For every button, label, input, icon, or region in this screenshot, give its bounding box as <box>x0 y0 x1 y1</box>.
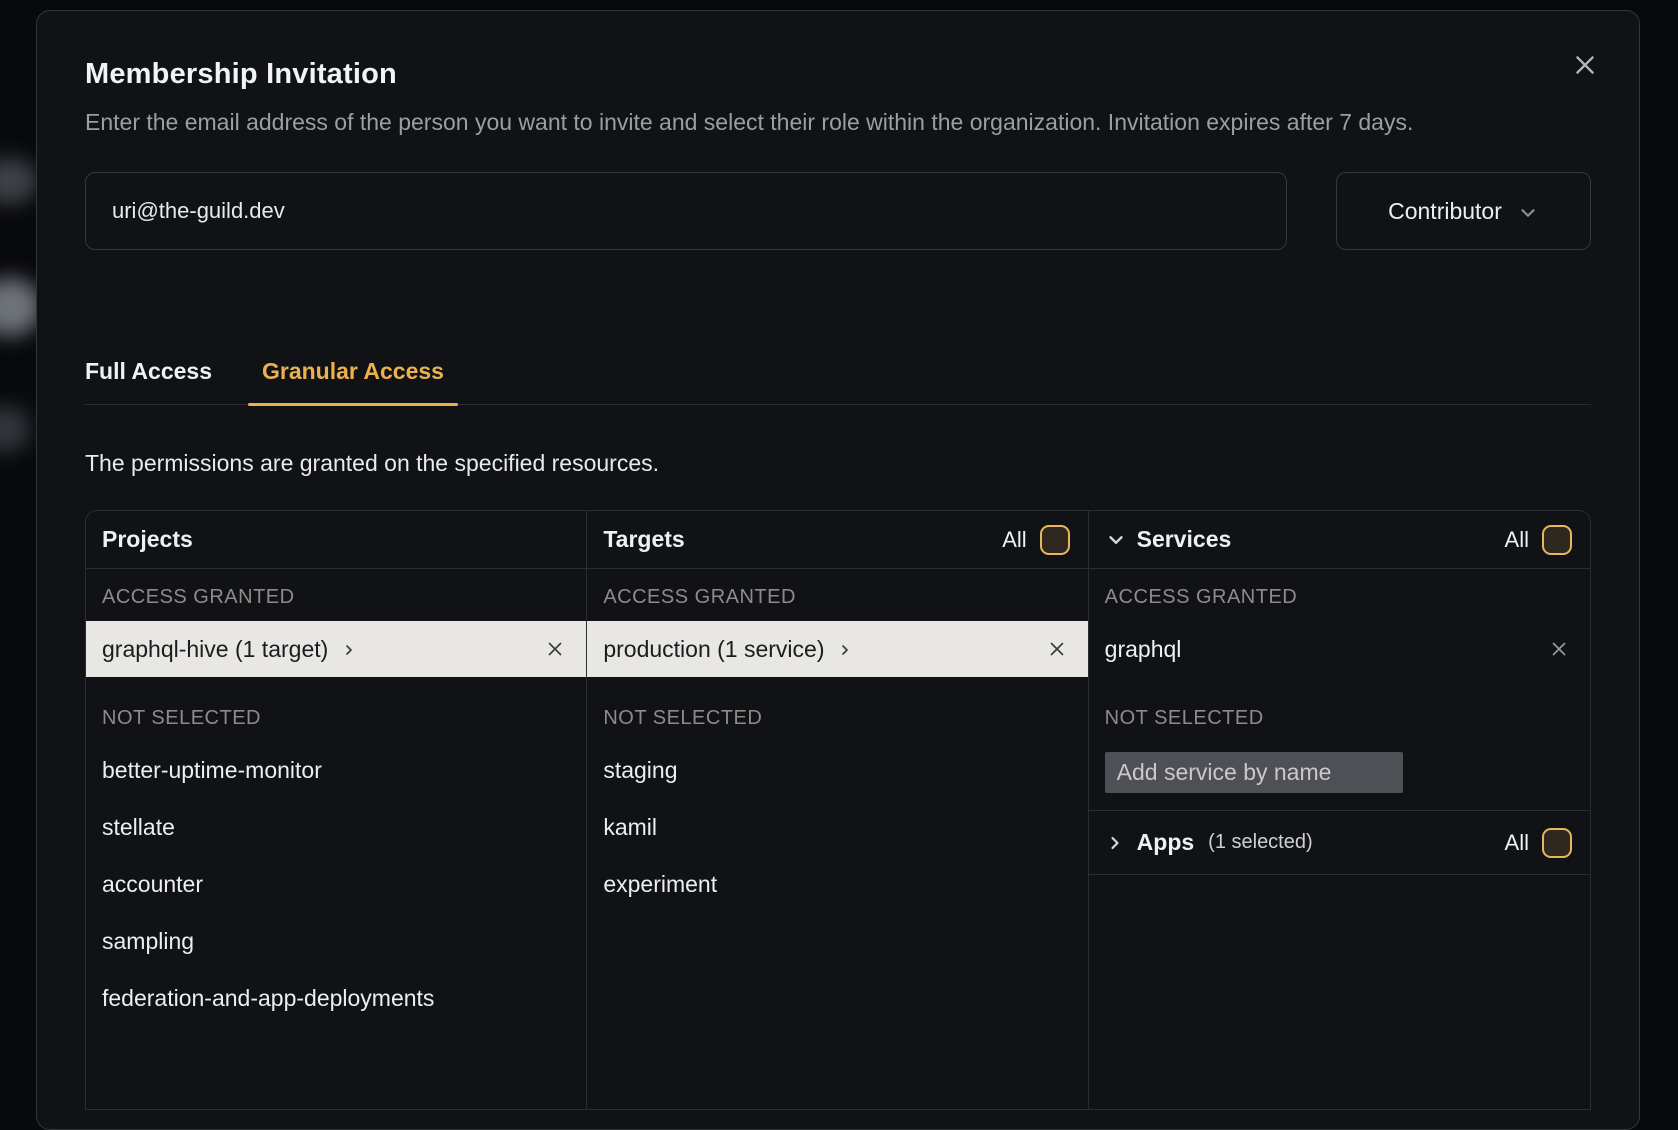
service-granted-name: graphql <box>1105 636 1182 663</box>
service-granted-row: graphql <box>1089 621 1590 677</box>
chevron-right-icon <box>837 642 853 658</box>
projects-column-title: Projects <box>102 526 193 553</box>
role-select-value: Contributor <box>1388 198 1502 225</box>
project-option[interactable]: federation-and-app-deployments <box>86 970 586 1027</box>
remove-service-button[interactable] <box>1548 638 1570 660</box>
resources-grid: Projects ACCESS GRANTED graphql-hive (1 … <box>85 510 1591 1110</box>
target-option[interactable]: kamil <box>587 799 1087 856</box>
services-not-selected-label: NOT SELECTED <box>1089 677 1590 742</box>
targets-granted-label: ACCESS GRANTED <box>587 569 1087 621</box>
services-column-title: Services <box>1137 526 1232 553</box>
tab-granular-access[interactable]: Granular Access <box>248 358 458 404</box>
targets-all-checkbox[interactable] <box>1040 525 1070 555</box>
services-all-checkbox[interactable] <box>1542 525 1572 555</box>
services-column-header[interactable]: Services All <box>1089 511 1590 569</box>
apps-section-row[interactable]: Apps (1 selected) All <box>1089 810 1590 875</box>
apps-title: Apps <box>1137 829 1195 856</box>
project-option[interactable]: stellate <box>86 799 586 856</box>
close-button[interactable] <box>1569 49 1601 81</box>
membership-invitation-modal: Membership Invitation Enter the email ad… <box>36 10 1640 1130</box>
targets-all-group: All <box>1002 525 1069 555</box>
chevron-down-icon <box>1517 199 1539 224</box>
targets-not-selected-label: NOT SELECTED <box>587 677 1087 742</box>
permissions-note: The permissions are granted on the speci… <box>85 450 1591 477</box>
email-input[interactable] <box>85 172 1287 250</box>
projects-not-selected-label: NOT SELECTED <box>86 677 586 742</box>
apps-all-group: All <box>1505 828 1572 858</box>
services-granted-label: ACCESS GRANTED <box>1089 569 1590 621</box>
project-option[interactable]: better-uptime-monitor <box>86 742 586 799</box>
background-blur-blob <box>0 406 30 452</box>
targets-all-label: All <box>1002 527 1026 553</box>
access-tabs: Full Access Granular Access <box>85 358 1591 405</box>
close-icon <box>1572 52 1598 78</box>
close-icon <box>544 638 566 660</box>
project-option[interactable]: accounter <box>86 856 586 913</box>
remove-target-button[interactable] <box>1046 638 1068 660</box>
targets-column-title: Targets <box>603 526 684 553</box>
chevron-right-icon <box>1105 833 1125 853</box>
chevron-down-icon <box>1105 529 1127 551</box>
close-icon <box>1548 638 1570 660</box>
projects-column: Projects ACCESS GRANTED graphql-hive (1 … <box>86 511 587 1109</box>
tab-full-access[interactable]: Full Access <box>85 358 212 404</box>
project-granted-name: graphql-hive (1 target) <box>102 636 328 663</box>
target-granted-row[interactable]: production (1 service) <box>587 621 1087 677</box>
target-option[interactable]: experiment <box>587 856 1087 913</box>
target-granted-name: production (1 service) <box>603 636 824 663</box>
services-column: Services All ACCESS GRANTED graphql NOT … <box>1089 511 1590 1109</box>
apps-all-label: All <box>1505 830 1529 856</box>
project-granted-row[interactable]: graphql-hive (1 target) <box>86 621 586 677</box>
target-option[interactable]: staging <box>587 742 1087 799</box>
project-option[interactable]: sampling <box>86 913 586 970</box>
projects-column-header: Projects <box>86 511 586 569</box>
services-all-group: All <box>1505 525 1572 555</box>
close-icon <box>1046 638 1068 660</box>
modal-description: Enter the email address of the person yo… <box>85 104 1591 140</box>
chevron-right-icon <box>341 642 357 658</box>
remove-project-button[interactable] <box>544 638 566 660</box>
targets-column-header: Targets All <box>587 511 1087 569</box>
add-service-input[interactable] <box>1105 752 1403 793</box>
projects-granted-label: ACCESS GRANTED <box>86 569 586 621</box>
targets-column: Targets All ACCESS GRANTED production (1… <box>587 511 1088 1109</box>
invite-row: Contributor <box>85 172 1591 250</box>
services-all-label: All <box>1505 527 1529 553</box>
background-blur-blob <box>0 158 38 204</box>
apps-selected-count: (1 selected) <box>1208 831 1313 854</box>
modal-title: Membership Invitation <box>85 57 1591 91</box>
role-select[interactable]: Contributor <box>1336 172 1591 250</box>
apps-all-checkbox[interactable] <box>1542 828 1572 858</box>
